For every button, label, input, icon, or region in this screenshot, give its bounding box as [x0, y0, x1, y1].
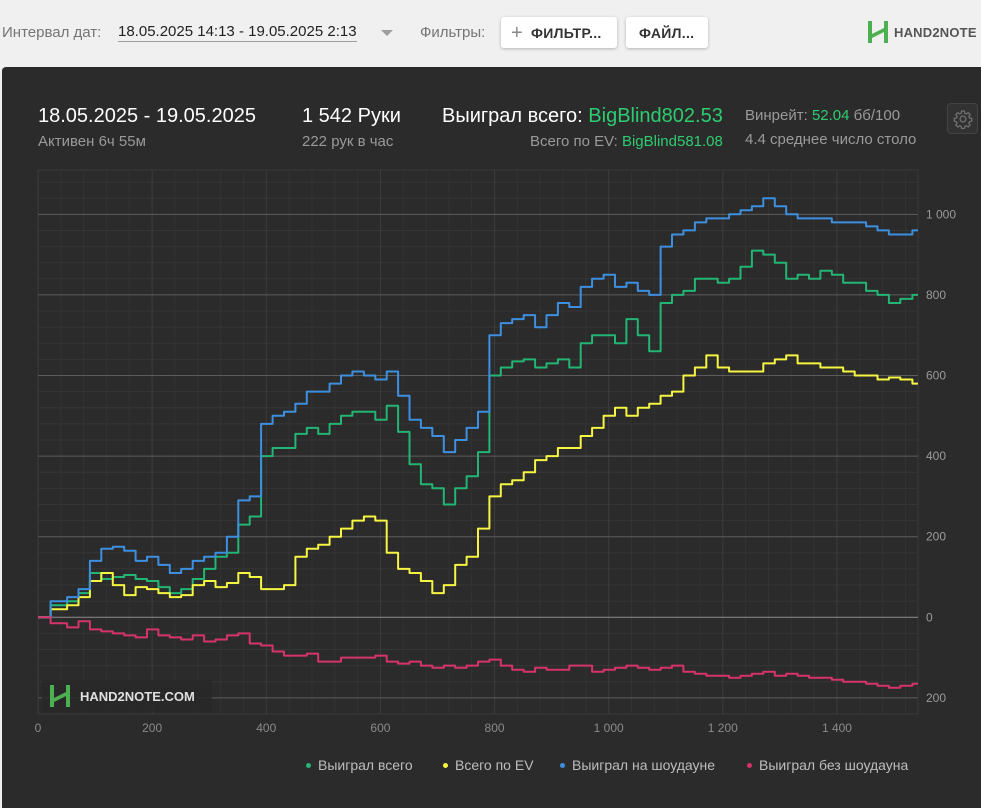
filter-button-label: ФИЛЬТР... — [530, 24, 602, 41]
file-button-label: ФАЙЛ... — [639, 24, 695, 41]
app-logo: HAND2NOTE — [866, 19, 977, 45]
gear-icon — [953, 109, 972, 129]
winrate: Винрейт: 52.04 бб/100 — [745, 107, 900, 124]
logo-text: HAND2NOTE — [894, 24, 977, 40]
won-total-label: Выиграл всего: — [442, 105, 583, 127]
ev-total-label: Всего по EV: — [530, 133, 618, 150]
date-range: 18.05.2025 - 19.05.2025 — [38, 105, 256, 127]
file-button[interactable]: ФАЙЛ... — [626, 17, 708, 48]
active-time: Активен 6ч 55м — [38, 133, 146, 150]
legend-item-showdown[interactable]: Выиграл на шоудауне — [560, 757, 715, 773]
ev-total: Всего по EV: BigBlind581.08 — [530, 133, 723, 150]
plus-icon: + — [511, 21, 523, 44]
legend-label: Выиграл всего — [318, 757, 413, 773]
avg-tables: 4.4 среднее число столо — [745, 131, 917, 148]
ev-total-value: BigBlind581.08 — [621, 133, 723, 150]
date-interval-select[interactable]: 18.05.2025 14:13 - 19.05.2025 2:13 — [118, 23, 357, 42]
hand2note-logo-icon — [868, 21, 888, 43]
watermark-logo-icon — [50, 685, 70, 707]
legend-dot — [747, 762, 752, 768]
chevron-down-icon[interactable] — [381, 30, 393, 36]
interval-label: Интервал дат: — [2, 24, 102, 41]
winrate-unit: бб/100 — [853, 107, 901, 124]
settings-button[interactable] — [947, 103, 978, 134]
winrate-value: 52.04 — [811, 107, 850, 124]
legend-item-non-showdown[interactable]: Выиграл без шоудауна — [747, 757, 908, 773]
legend-item-ev[interactable]: Всего по EV — [443, 757, 534, 773]
winrate-label: Винрейт: — [745, 107, 808, 124]
legend-dot — [306, 762, 311, 768]
filters-label: Фильтры: — [420, 24, 486, 41]
watermark-text: HAND2NOTE.COM — [80, 688, 195, 704]
toolbar: Интервал дат: 18.05.2025 14:13 - 19.05.2… — [0, 0, 981, 66]
legend-item-won-total[interactable]: Выиграл всего — [306, 757, 413, 773]
legend-dot — [443, 762, 448, 768]
won-total: Выиграл всего: BigBlind802.53 — [442, 105, 723, 128]
legend-label: Выиграл без шоудауна — [759, 757, 909, 773]
hands-count: 1 542 Руки — [302, 105, 401, 127]
legend-dot — [560, 762, 565, 768]
watermark: HAND2NOTE.COM — [42, 680, 212, 712]
legend-label: Выиграл на шоудауне — [572, 757, 716, 773]
won-total-value: BigBlind802.53 — [588, 105, 723, 127]
filter-button[interactable]: + ФИЛЬТР... — [501, 17, 617, 48]
legend-label: Всего по EV — [455, 757, 534, 773]
hands-per-hour: 222 рук в час — [302, 133, 394, 150]
